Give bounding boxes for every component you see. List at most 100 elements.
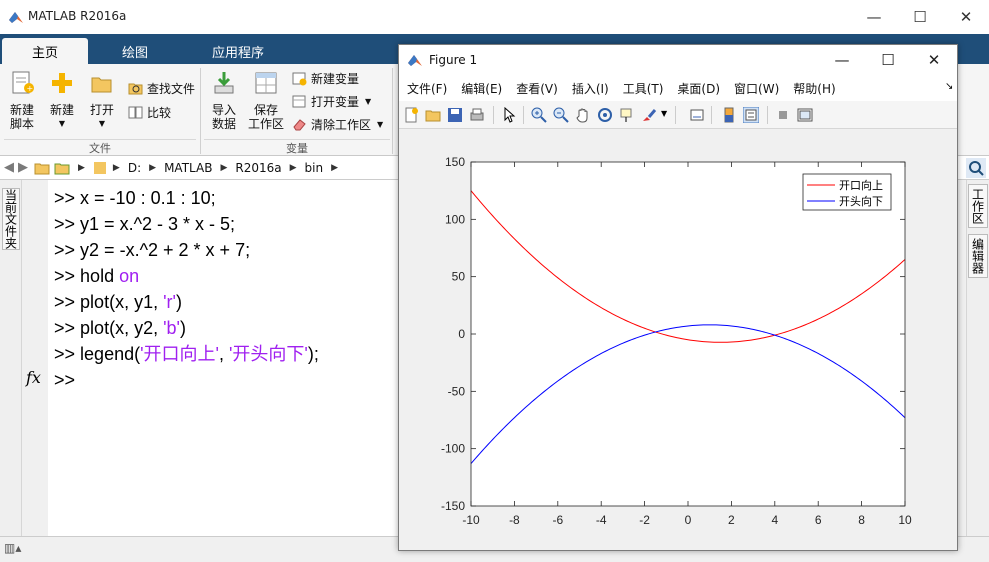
data-cursor-icon[interactable] xyxy=(619,107,635,123)
command-line-3: >> y2 = -x.^2 + 2 * x + 7; xyxy=(54,240,251,260)
breadcrumb-matlab[interactable]: MATLAB xyxy=(164,161,212,175)
command-line-1: >> x = -10 : 0.1 : 10; xyxy=(54,188,216,208)
chevron-right-icon: ▶ xyxy=(289,162,297,173)
chevron-right-icon: ▶ xyxy=(78,162,85,173)
pan-hand-icon[interactable] xyxy=(575,107,591,123)
y-tick-label: -150 xyxy=(441,499,465,513)
figure-close-button[interactable]: ✕ xyxy=(911,45,957,75)
browse-folder-icon[interactable] xyxy=(54,161,70,175)
folder-open-icon xyxy=(91,77,112,93)
colorbar-icon[interactable] xyxy=(721,107,737,123)
close-button[interactable]: ✕ xyxy=(943,0,989,34)
open-button[interactable]: 打开 ▼ xyxy=(84,70,120,131)
figure-toolbar: ▼ xyxy=(399,101,957,129)
ribbon-separator xyxy=(200,68,201,154)
save-workspace-button[interactable]: 保存 工作区 xyxy=(246,70,286,131)
x-tick-label: -8 xyxy=(509,513,520,527)
status-grip-icon[interactable]: ▥▴ xyxy=(4,541,21,555)
y-tick-label: 0 xyxy=(458,327,465,341)
new-button[interactable]: 新建 ▼ xyxy=(44,70,80,131)
new-variable-button[interactable]: 新建变量 xyxy=(292,68,359,88)
import-data-icon xyxy=(214,72,234,94)
y-tick-label: 50 xyxy=(452,270,466,284)
chevron-right-icon: ▶ xyxy=(112,162,120,173)
forward-arrow-icon[interactable]: ▶ xyxy=(18,160,28,175)
command-line-5: >> plot(x, y1, 'r') xyxy=(54,292,182,312)
fx-function-browser-icon[interactable]: fx xyxy=(26,368,41,387)
figure-canvas[interactable]: -10 -8 -6 -4 -2 0 2 4 6 8 10 -150 -100 -50 0 50 100 150 开口… xyxy=(399,130,957,550)
command-prompt-current[interactable]: >> xyxy=(54,367,75,393)
import-data-button[interactable]: 导入 数据 xyxy=(206,70,242,131)
menubar-dock-arrow-icon[interactable]: ↘ xyxy=(945,81,953,92)
eraser-icon xyxy=(293,118,306,130)
compare-button[interactable]: 比较 xyxy=(128,102,171,122)
figure-minimize-button[interactable]: — xyxy=(819,45,865,75)
show-plot-tools-icon[interactable] xyxy=(797,107,813,123)
tab-plots[interactable]: 绘图 xyxy=(92,38,178,64)
figure-title: Figure 1 xyxy=(429,53,478,67)
back-arrow-icon[interactable]: ◀ xyxy=(4,160,14,175)
zoom-out-icon[interactable] xyxy=(553,107,569,123)
toolbar-separator xyxy=(711,106,712,124)
print-icon[interactable] xyxy=(469,107,485,123)
menu-window[interactable]: 窗口(W) xyxy=(726,80,785,97)
chevron-right-icon: ▶ xyxy=(220,162,228,173)
link-plot-icon[interactable] xyxy=(689,107,705,123)
new-script-button[interactable]: + 新建 脚本 xyxy=(4,70,40,131)
folder-icon xyxy=(93,161,106,174)
x-tick-label: 8 xyxy=(858,513,865,527)
breadcrumb-drive[interactable]: D: xyxy=(128,161,141,175)
open-variable-button[interactable]: 打开变量 ▼ xyxy=(292,91,371,111)
import-data-label: 导入 数据 xyxy=(211,103,236,131)
new-script-icon: + xyxy=(12,71,34,94)
current-folder-tab[interactable]: 当前文件夹 xyxy=(2,188,20,250)
hide-plot-tools-icon[interactable] xyxy=(775,107,791,123)
zoom-in-icon[interactable] xyxy=(531,107,547,123)
search-icon[interactable] xyxy=(966,158,986,178)
chevron-down-icon[interactable]: ▼ xyxy=(661,109,667,118)
up-folder-icon[interactable] xyxy=(34,161,50,175)
save-workspace-icon xyxy=(255,72,277,94)
menu-file[interactable]: 文件(F) xyxy=(399,80,453,97)
minimize-button[interactable]: — xyxy=(851,0,897,34)
legend-icon[interactable] xyxy=(743,107,759,123)
command-gutter xyxy=(22,180,48,536)
toolbar-separator xyxy=(767,106,768,124)
new-variable-label: 新建变量 xyxy=(311,71,360,86)
workspace-tab[interactable]: 工作区 xyxy=(968,184,988,228)
maximize-button[interactable]: ☐ xyxy=(897,0,943,34)
chevron-down-icon: ▼ xyxy=(58,119,66,128)
chevron-down-icon: ▼ xyxy=(377,119,384,129)
find-files-button[interactable]: 查找文件 xyxy=(128,78,195,98)
menu-view[interactable]: 查看(V) xyxy=(508,80,564,97)
new-variable-icon xyxy=(292,72,307,85)
figure-menubar: 文件(F) 编辑(E) 查看(V) 插入(I) 工具(T) 桌面(D) 窗口(W… xyxy=(399,75,957,101)
menu-tools[interactable]: 工具(T) xyxy=(615,80,670,97)
clear-workspace-button[interactable]: 清除工作区 ▼ xyxy=(292,114,383,134)
menu-desktop[interactable]: 桌面(D) xyxy=(669,80,726,97)
menu-help[interactable]: 帮助(H) xyxy=(785,80,841,97)
rotate-3d-icon[interactable] xyxy=(597,107,613,123)
tab-home[interactable]: 主页 xyxy=(2,38,88,64)
editor-tab[interactable]: 编辑器 xyxy=(968,234,988,278)
figure-titlebar: Figure 1 — ☐ ✕ xyxy=(399,45,957,75)
pointer-icon[interactable] xyxy=(501,107,517,123)
tab-apps[interactable]: 应用程序 xyxy=(182,38,294,64)
find-files-label: 查找文件 xyxy=(147,81,196,96)
save-icon[interactable] xyxy=(447,107,463,123)
plot-area[interactable]: -10 -8 -6 -4 -2 0 2 4 6 8 10 -150 -100 -50 0 50 100 150 开口… xyxy=(399,130,957,550)
figure-maximize-button[interactable]: ☐ xyxy=(865,45,911,75)
breadcrumb-bin[interactable]: bin xyxy=(305,161,324,175)
matlab-logo-icon xyxy=(9,12,23,23)
open-file-icon[interactable] xyxy=(425,107,441,123)
open-variable-icon xyxy=(292,95,306,107)
menu-insert[interactable]: 插入(I) xyxy=(564,80,615,97)
main-titlebar: MATLAB R2016a — ☐ ✕ xyxy=(0,0,989,34)
toolbar-separator xyxy=(523,106,524,124)
open-variable-label: 打开变量 xyxy=(311,94,360,109)
brush-icon[interactable] xyxy=(641,107,657,123)
breadcrumb-version[interactable]: R2016a xyxy=(235,161,281,175)
figure-window[interactable]: Figure 1 — ☐ ✕ 文件(F) 编辑(E) 查看(V) 插入(I) 工… xyxy=(398,44,958,551)
new-figure-icon[interactable] xyxy=(403,107,419,123)
menu-edit[interactable]: 编辑(E) xyxy=(453,80,508,97)
